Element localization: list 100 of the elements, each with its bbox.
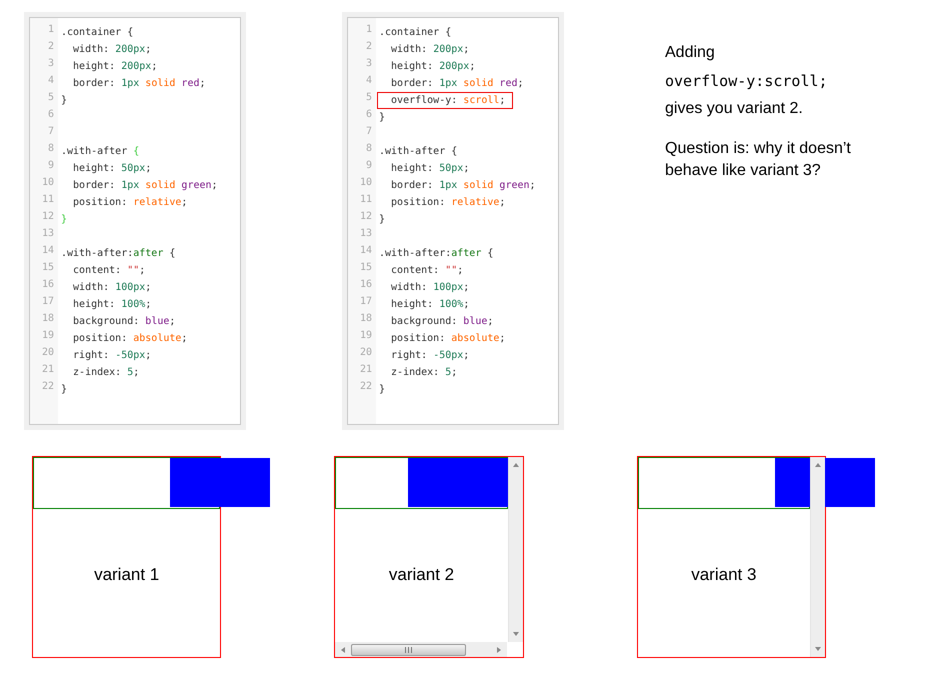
code-line: height: 50px; xyxy=(72,162,152,176)
line-number: 7 xyxy=(364,126,373,139)
line-number: 21 xyxy=(358,364,373,377)
line-number: 3 xyxy=(364,58,373,71)
line-number: 20 xyxy=(40,347,55,360)
code-line: .with-after:after { xyxy=(379,247,494,261)
line-number: 13 xyxy=(40,228,55,241)
line-number: 22 xyxy=(40,381,55,394)
vertical-scrollbar[interactable] xyxy=(810,457,825,657)
line-number: 5 xyxy=(364,92,373,105)
code-line: } xyxy=(61,213,68,227)
line-number: 9 xyxy=(46,160,55,173)
vertical-scrollbar[interactable] xyxy=(508,457,523,642)
line-number: 15 xyxy=(40,262,55,275)
code-line: } xyxy=(61,383,68,397)
code-line: } xyxy=(379,111,386,125)
line-number: 6 xyxy=(364,109,373,122)
line-number: 10 xyxy=(358,177,373,190)
up-arrow-icon[interactable] xyxy=(512,461,520,469)
variant-label: variant 1 xyxy=(93,565,160,585)
horizontal-scrollbar[interactable] xyxy=(335,642,507,657)
line-number: 14 xyxy=(40,245,55,258)
line-number: 17 xyxy=(40,296,55,309)
code-line: z-index: 5; xyxy=(390,366,458,380)
line-number: 11 xyxy=(358,194,373,207)
code-line: height: 100%; xyxy=(72,298,152,312)
code-line: width: 200px; xyxy=(390,43,470,57)
line-number: 13 xyxy=(358,228,373,241)
note-text: Adding xyxy=(665,43,716,63)
up-arrow-icon[interactable] xyxy=(814,461,822,469)
right-arrow-icon[interactable] xyxy=(494,646,503,654)
line-number: 4 xyxy=(46,75,55,88)
line-number: 3 xyxy=(46,58,55,71)
code-line: position: absolute; xyxy=(390,332,506,346)
code-line: height: 200px; xyxy=(390,60,476,74)
code-line: background: blue; xyxy=(390,315,494,329)
code-line: position: absolute; xyxy=(72,332,188,346)
line-number: 12 xyxy=(40,211,55,224)
code-line: position: relative; xyxy=(390,196,506,210)
code-line: z-index: 5; xyxy=(72,366,140,380)
code-line: content: ""; xyxy=(72,264,146,278)
line-number: 1 xyxy=(364,24,373,37)
code-line: } xyxy=(379,213,386,227)
code-line: background: blue; xyxy=(72,315,176,329)
line-number: 18 xyxy=(358,313,373,326)
line-number: 20 xyxy=(358,347,373,360)
left-arrow-icon[interactable] xyxy=(339,646,348,654)
code-line: right: -50px; xyxy=(72,349,152,363)
code-line: width: 100px; xyxy=(390,281,470,295)
variant-label: variant 3 xyxy=(690,565,758,585)
scroll-thumb[interactable] xyxy=(351,644,466,656)
line-number: 17 xyxy=(358,296,373,309)
line-number: 5 xyxy=(46,92,55,105)
code-line: border: 1px solid green; xyxy=(72,179,218,193)
line-number: 19 xyxy=(358,330,373,343)
code-line: height: 100%; xyxy=(390,298,470,312)
code-line: .with-after:after { xyxy=(61,247,176,261)
down-arrow-icon[interactable] xyxy=(512,630,520,638)
code-line: .container { xyxy=(61,26,134,40)
line-number: 8 xyxy=(46,143,55,156)
question-text: Question is: why it doesn’t behave like variant 3? xyxy=(665,139,852,181)
code-line: } xyxy=(379,383,386,397)
code-line: .with-after { xyxy=(61,145,140,159)
line-number: 4 xyxy=(364,75,373,88)
code-line: border: 1px solid red; xyxy=(390,77,524,91)
line-number: 2 xyxy=(364,41,373,54)
line-number: 18 xyxy=(40,313,55,326)
code-line: .with-after { xyxy=(379,145,458,159)
code-line: height: 50px; xyxy=(390,162,470,176)
variant-label: variant 2 xyxy=(388,565,456,585)
line-number: 15 xyxy=(358,262,373,275)
line-number: 10 xyxy=(40,177,55,190)
code-line: content: ""; xyxy=(390,264,464,278)
code-line: width: 200px; xyxy=(72,43,152,57)
line-number: 14 xyxy=(358,245,373,258)
note-text: gives you variant 2. xyxy=(665,99,804,119)
line-number: 8 xyxy=(364,143,373,156)
code-line: border: 1px solid green; xyxy=(390,179,536,193)
line-number: 1 xyxy=(46,24,55,37)
code-line: position: relative; xyxy=(72,196,188,210)
code-line: height: 200px; xyxy=(72,60,158,74)
down-arrow-icon[interactable] xyxy=(814,645,822,653)
code-line: overflow-y: scroll; xyxy=(390,94,506,108)
line-number: 6 xyxy=(46,109,55,122)
code-line: .container { xyxy=(379,26,452,40)
code-line: right: -50px; xyxy=(390,349,470,363)
line-number: 16 xyxy=(358,279,373,292)
line-number: 11 xyxy=(40,194,55,207)
line-number: 12 xyxy=(358,211,373,224)
line-number: 2 xyxy=(46,41,55,54)
line-number: 19 xyxy=(40,330,55,343)
line-number: 21 xyxy=(40,364,55,377)
grip-icon xyxy=(405,646,412,652)
code-line: border: 1px solid red; xyxy=(72,77,206,91)
line-number: 9 xyxy=(364,160,373,173)
code-snippet: overflow-y:scroll; xyxy=(665,71,829,92)
line-number: 22 xyxy=(358,381,373,394)
line-number: 16 xyxy=(40,279,55,292)
line-number: 7 xyxy=(46,126,55,139)
code-line: width: 100px; xyxy=(72,281,152,295)
